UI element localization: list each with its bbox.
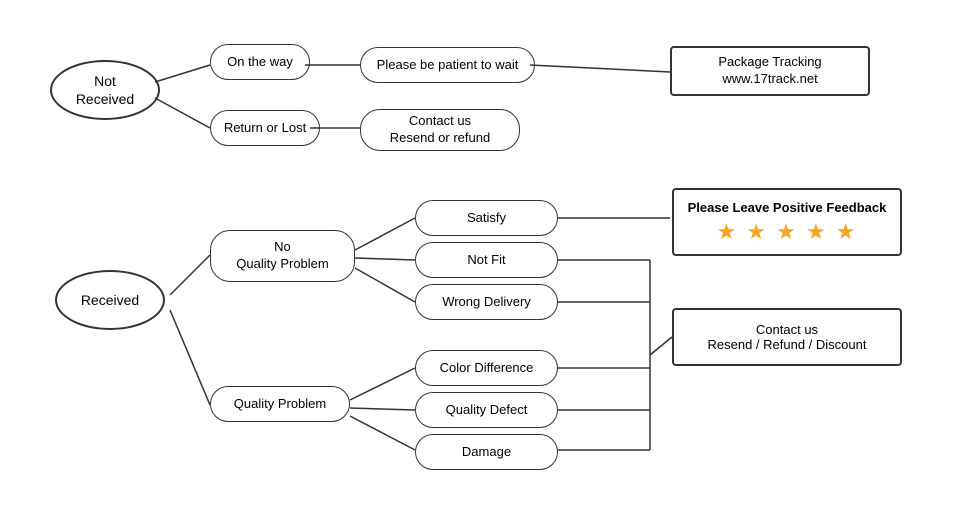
wrong-delivery-node: Wrong Delivery — [415, 284, 558, 320]
color-difference-node: Color Difference — [415, 350, 558, 386]
quality-defect-node: Quality Defect — [415, 392, 558, 428]
satisfy-node: Satisfy — [415, 200, 558, 236]
diagram: Not Received On the way Return or Lost P… — [0, 0, 960, 513]
contact-resend-refund-discount-box: Contact us Resend / Refund / Discount — [672, 308, 902, 366]
please-leave-feedback-box: Please Leave Positive Feedback ★ ★ ★ ★ ★ — [672, 188, 902, 256]
stars: ★ ★ ★ ★ ★ — [716, 219, 857, 245]
received-node: Received — [55, 270, 165, 330]
not-fit-node: Not Fit — [415, 242, 558, 278]
on-the-way-node: On the way — [210, 44, 310, 80]
package-tracking-node: Package Tracking www.17track.net — [670, 46, 870, 96]
return-or-lost-node: Return or Lost — [210, 110, 320, 146]
contact-resend-refund-node: Contact us Resend or refund — [360, 109, 520, 151]
feedback-text: Please Leave Positive Feedback — [688, 200, 887, 215]
not-received-node: Not Received — [50, 60, 160, 120]
no-quality-problem-node: No Quality Problem — [210, 230, 355, 282]
please-be-patient-node: Please be patient to wait — [360, 47, 535, 83]
quality-problem-node: Quality Problem — [210, 386, 350, 422]
damage-node: Damage — [415, 434, 558, 470]
